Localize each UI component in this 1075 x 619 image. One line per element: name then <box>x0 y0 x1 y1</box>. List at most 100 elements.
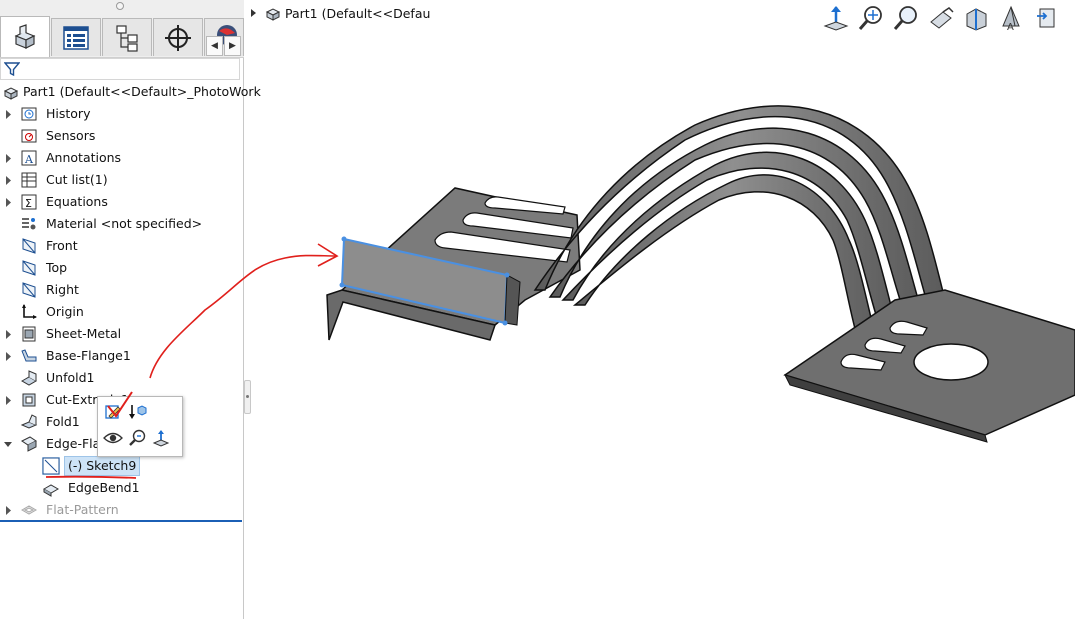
tree-item-history[interactable]: History <box>0 103 244 125</box>
plane-icon <box>20 281 38 299</box>
round-hole <box>913 343 989 381</box>
filter-icon <box>4 62 20 77</box>
edit-sketch-icon[interactable] <box>102 401 124 423</box>
tab-scroll-right-icon[interactable]: ▶ <box>224 36 241 56</box>
expand-arrow-icon[interactable] <box>4 198 13 207</box>
tree-item-label: Base-Flange1 <box>46 348 131 363</box>
expand-arrow-icon[interactable] <box>4 330 13 339</box>
tree-item-edgebend1[interactable]: EdgeBend1 <box>0 477 244 499</box>
equations-icon: Σ <box>20 193 38 211</box>
flat-pattern-icon <box>20 501 38 519</box>
origin-icon <box>20 303 38 321</box>
svg-text:Σ: Σ <box>25 197 32 210</box>
sketch-icon <box>42 457 60 475</box>
sheet-metal-model[interactable] <box>245 0 1075 619</box>
manager-tabs-bar: ◀ ▶ <box>0 0 244 58</box>
tree-item-label: Annotations <box>46 150 122 165</box>
tree-item-material-not-specified[interactable]: Material <not specified> <box>0 213 244 235</box>
dimxpert-manager-tab[interactable] <box>153 18 203 56</box>
configuration-icon <box>116 24 138 52</box>
property-list-icon <box>63 25 89 50</box>
history-icon <box>20 105 38 123</box>
plane-icon <box>20 259 38 277</box>
feature-breadcrumb[interactable]: Part1 (Default<<Defau <box>250 3 430 23</box>
expand-arrow-icon[interactable] <box>4 154 13 163</box>
unfold-icon <box>20 369 38 387</box>
part-icon <box>14 24 36 49</box>
tree-item-label: EdgeBend1 <box>68 480 140 495</box>
zoom-to-fit-icon[interactable] <box>855 2 887 34</box>
tree-item-label: Material <not specified> <box>46 216 203 231</box>
tree-item-flat-pattern[interactable]: Flat-Pattern <box>0 499 244 521</box>
tab-scroll-left-icon[interactable]: ◀ <box>206 36 223 56</box>
collapse-arrow-icon[interactable] <box>4 440 13 449</box>
tree-item-label: Sensors <box>46 128 96 143</box>
tree-item-label: Equations <box>46 194 108 209</box>
display-style-icon[interactable]: A <box>995 2 1027 34</box>
expand-arrow-icon[interactable] <box>4 396 13 405</box>
expand-arrow-icon[interactable] <box>4 176 13 185</box>
tab-scroll-arrows: ◀ ▶ <box>206 36 242 56</box>
breadcrumb-expand-icon[interactable] <box>250 8 260 18</box>
tree-item-label: Right <box>46 282 79 297</box>
tree-item-label: (-) Sketch9 <box>64 456 141 476</box>
hide-show-icon[interactable] <box>102 427 124 449</box>
flange-vertex-bottom-left <box>339 282 345 288</box>
svg-text:A: A <box>1007 22 1014 32</box>
zoom-to-selection-icon[interactable] <box>126 427 148 449</box>
tree-item-label: Sheet-Metal <box>46 326 122 341</box>
svg-text:A: A <box>24 153 34 166</box>
tree-item-sensors[interactable]: Sensors <box>0 125 244 147</box>
expand-arrow-icon[interactable] <box>4 352 13 361</box>
base-flange-icon <box>20 347 38 365</box>
zoom-to-area-icon[interactable] <box>890 2 922 34</box>
flange-vertex-bottom-right <box>502 320 508 326</box>
tree-item-origin[interactable]: Origin <box>0 301 244 323</box>
cut-list-icon <box>20 171 38 189</box>
tree-root-label: Part1 (Default<<Default>_PhotoWork <box>23 84 261 99</box>
tree-item-annotations[interactable]: A Annotations <box>0 147 244 169</box>
tree-item-base-flange1[interactable]: Base-Flange1 <box>0 345 244 367</box>
tree-item-equations[interactable]: Σ Equations <box>0 191 244 213</box>
annotations-icon: A <box>20 149 38 167</box>
fold-icon <box>20 413 38 431</box>
flange-vertex-top-right <box>504 272 510 278</box>
graphics-area[interactable]: Part1 (Default<<Defau A <box>245 0 1075 619</box>
tree-item-top[interactable]: Top <box>0 257 244 279</box>
hide-show-items-icon[interactable] <box>1030 2 1062 34</box>
view-orientation-icon[interactable] <box>820 2 852 34</box>
expand-arrow-icon[interactable] <box>4 110 13 119</box>
normal-to-icon[interactable] <box>150 427 172 449</box>
expand-arrow-icon[interactable] <box>4 506 13 515</box>
edge-flange-icon <box>20 435 38 453</box>
feature-manager-tab[interactable] <box>0 16 50 57</box>
flange-vertex-top-left <box>341 236 347 242</box>
tree-item-label: Flat-Pattern <box>46 502 119 517</box>
configuration-manager-tab[interactable] <box>102 18 152 56</box>
cut-extrude-icon <box>20 391 38 409</box>
sheet-metal-icon <box>20 325 38 343</box>
tree-end-divider <box>0 520 242 522</box>
tree-root-part1[interactable]: Part1 (Default<<Default>_PhotoWork <box>0 81 261 103</box>
tree-item-right[interactable]: Right <box>0 279 244 301</box>
part-icon <box>2 83 20 101</box>
section-view-icon[interactable] <box>960 2 992 34</box>
tree-item-sketch9[interactable]: (-) Sketch9 <box>0 455 244 477</box>
breadcrumb-label: Part1 (Default<<Defau <box>285 5 431 21</box>
tree-item-label: Fold1 <box>46 414 80 429</box>
tree-filter-input[interactable] <box>0 58 240 80</box>
panel-grip-icon[interactable] <box>116 2 124 10</box>
property-manager-tab[interactable] <box>51 18 101 56</box>
previous-view-icon[interactable] <box>925 2 957 34</box>
tree-item-label: Origin <box>46 304 84 319</box>
tree-item-front[interactable]: Front <box>0 235 244 257</box>
rollback-icon[interactable] <box>126 401 148 423</box>
heads-up-view-toolbar: A <box>820 0 1075 36</box>
tree-item-cut-list-1[interactable]: Cut list(1) <box>0 169 244 191</box>
context-toolbar <box>97 396 183 457</box>
tree-item-sheet-metal[interactable]: Sheet-Metal <box>0 323 244 345</box>
tree-filter-row <box>0 58 242 80</box>
flange-thickness <box>504 274 521 326</box>
tree-item-unfold1[interactable]: Unfold1 <box>0 367 244 389</box>
feature-manager-panel: ◀ ▶ Part1 (Default<<Default>_PhotoWork H… <box>0 0 261 619</box>
